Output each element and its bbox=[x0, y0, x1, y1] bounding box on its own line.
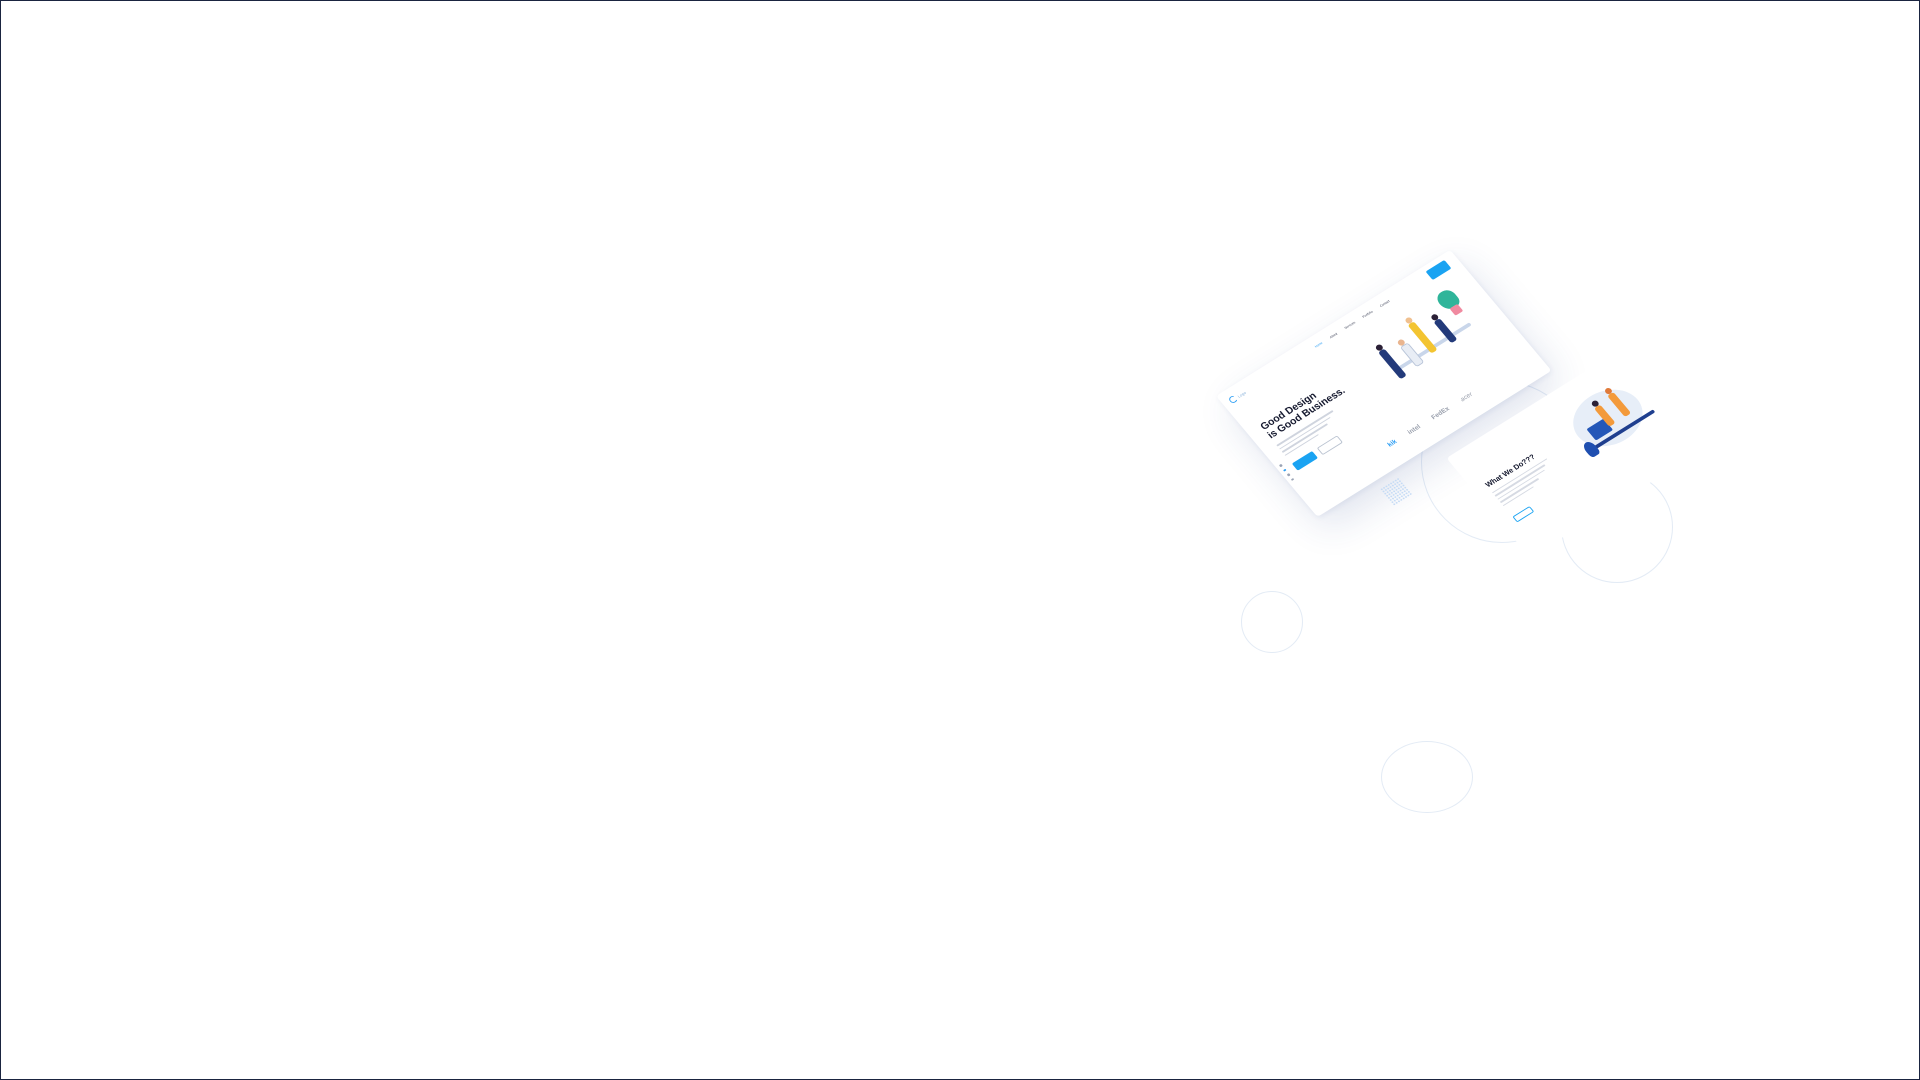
nav-cta-button[interactable] bbox=[1425, 259, 1452, 281]
social-icon[interactable] bbox=[1278, 463, 1283, 467]
social-icon[interactable] bbox=[1290, 477, 1294, 481]
section-button[interactable] bbox=[1512, 506, 1535, 523]
brand-logo-fedex: FedEx bbox=[1430, 405, 1451, 422]
text-line bbox=[1499, 478, 1539, 503]
brand-logo-acer: acer bbox=[1459, 391, 1475, 404]
decorative-ring bbox=[1241, 591, 1303, 653]
nav-link-services[interactable]: Services bbox=[1344, 321, 1357, 330]
brand-logo-kik: kik bbox=[1386, 438, 1399, 449]
nav-link-about[interactable]: About bbox=[1329, 332, 1338, 339]
decorative-dot-grid bbox=[1379, 477, 1413, 507]
canvas: Logo Home About Services Portfolio Conta… bbox=[0, 0, 1920, 1080]
hero-primary-button[interactable] bbox=[1291, 450, 1319, 471]
social-icon[interactable] bbox=[1286, 473, 1291, 477]
social-icon[interactable] bbox=[1282, 468, 1287, 472]
section-illustration bbox=[1545, 359, 1683, 479]
nav-link-contact[interactable]: Contact bbox=[1379, 299, 1391, 308]
hero-secondary-button[interactable] bbox=[1316, 435, 1344, 456]
website-mockup: Logo Home About Services Portfolio Conta… bbox=[1216, 142, 1884, 709]
brand-logo-intel: intel bbox=[1406, 423, 1423, 436]
decorative-ring bbox=[1381, 741, 1473, 813]
logo-text: Logo bbox=[1236, 389, 1247, 399]
nav-link-home[interactable]: Home bbox=[1314, 341, 1323, 348]
social-links bbox=[1278, 463, 1294, 481]
site-logo[interactable]: Logo bbox=[1227, 386, 1253, 405]
nav-link-portfolio[interactable]: Portfolio bbox=[1362, 310, 1374, 319]
